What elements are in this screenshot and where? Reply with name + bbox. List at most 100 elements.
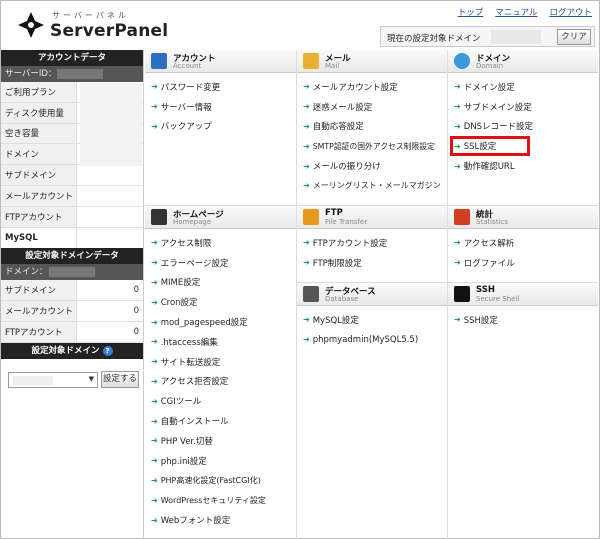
menu-item-ftp-account[interactable]: ➜ FTPアカウント設定 <box>297 233 447 253</box>
domain-data-row: FTPアカウント 0 <box>1 321 143 343</box>
database-icon <box>303 286 319 302</box>
homepage-panel-subtitle: Homepage <box>173 218 212 226</box>
account-row-label: 空き容量 <box>1 123 77 144</box>
menu-item-mail-account[interactable]: ➜ メールアカウント設定 <box>297 77 447 97</box>
domain-panel-subtitle: Domain <box>476 62 504 70</box>
menu-item-mime[interactable]: ➜ MIME設定 <box>145 273 296 293</box>
mail-panel-subtitle: Mail <box>325 62 340 70</box>
menu-item-mysql[interactable]: ➜ MySQL設定 <box>297 310 447 330</box>
menu-item-pagespeed[interactable]: ➜ mod_pagespeed設定 <box>145 312 296 332</box>
ftp-panel-header: FTP File Transfer <box>297 206 447 229</box>
menu-item-dns-record[interactable]: ➜ DNSレコード設定 <box>448 117 598 137</box>
globe-icon <box>454 53 470 69</box>
homepage-icon <box>151 209 167 225</box>
ftp-panel-title: FTP <box>325 208 343 218</box>
serverpanel-logo[interactable]: サーバーパネル ServerPanel <box>14 8 168 44</box>
menu-item-ftp-restriction[interactable]: ➜ FTP制限設定 <box>297 253 447 273</box>
menu-item-subdomain[interactable]: ➜ サブドメイン設定 <box>448 97 598 117</box>
link-manual[interactable]: マニュアル <box>495 6 537 18</box>
homepage-panel: ホームページ Homepage ➜ アクセス制限 ➜ エラーページ設定 ➜ MIME設… <box>145 206 297 539</box>
menu-item-log-file[interactable]: ➜ ログファイル <box>448 253 598 273</box>
menu-item-mail-filter[interactable]: ➜ メールの振り分け <box>297 156 447 176</box>
domain-data-row: サブドメイン 0 <box>1 280 143 302</box>
domain-data-value: 0 <box>133 306 139 317</box>
account-row-label: ご利用プラン <box>1 82 77 102</box>
person-icon <box>151 53 167 69</box>
menu-item-wp-security[interactable]: ➜ WordPressセキュリティ設定 <box>145 490 296 510</box>
menu-item-spam[interactable]: ➜ 迷惑メール設定 <box>297 97 447 117</box>
envelope-icon <box>303 53 319 69</box>
server-id-label: サーバーID： <box>5 69 57 79</box>
database-panel: データベース Database ➜ MySQL設定 ➜ phpmyadmin(MyS… <box>297 283 448 539</box>
help-icon[interactable]: ? <box>102 345 113 356</box>
current-domain-bar: 現在の設定対象ドメイン クリア <box>380 26 595 47</box>
set-domain-button[interactable]: 設定する <box>101 371 139 388</box>
server-id-value <box>57 69 103 79</box>
account-row-label: メールアカウント <box>1 185 77 206</box>
menu-item-mailing-list[interactable]: ➜ メーリングリスト・メールマガジン <box>297 176 447 196</box>
stats-panel-subtitle: Statistics <box>476 218 508 226</box>
bar-chart-icon <box>454 209 470 225</box>
account-row-label: ディスク使用量 <box>1 102 77 123</box>
current-domain-label: 現在の設定対象ドメイン <box>387 34 481 44</box>
domain-select-title: 設定対象ドメイン <box>31 345 100 356</box>
domain-panel-header: ドメイン Domain <box>448 50 598 73</box>
domain-select[interactable]: ▼ <box>8 372 98 388</box>
domain-data-value: 0 <box>133 326 139 337</box>
ssh-panel-header: SSH Secure Shell <box>448 283 598 306</box>
menu-item-smtp-restriction[interactable]: ➜ SMTP認証の国外アクセス制限設定 <box>297 136 447 156</box>
current-domain-value <box>491 30 541 44</box>
account-row: サブドメイン <box>1 165 143 186</box>
menu-item-cron[interactable]: ➜ Cron設定 <box>145 292 296 312</box>
link-logout[interactable]: ログアウト <box>549 6 592 18</box>
menu-item-auto-install[interactable]: ➜ 自動インストール <box>145 411 296 431</box>
menu-item-domain-settings[interactable]: ➜ ドメイン設定 <box>448 77 598 97</box>
menu-item-web-font[interactable]: ➜ Webフォント設定 <box>145 510 296 530</box>
menu-item-check-url[interactable]: ➜ 動作確認URL <box>448 156 598 176</box>
account-row-label: ドメイン <box>1 144 77 165</box>
menu-item-access-deny[interactable]: ➜ アクセス拒否設定 <box>145 372 296 392</box>
menu-item-phpmyadmin[interactable]: ➜ phpmyadmin(MySQL5.5) <box>297 330 447 350</box>
domain-select-value <box>13 376 53 385</box>
homepage-panel-header: ホームページ Homepage <box>145 206 296 229</box>
account-panel-subtitle: Account <box>173 62 202 70</box>
menu-item-htaccess[interactable]: ➜ .htaccess編集 <box>145 332 296 352</box>
menu-item-autoreply[interactable]: ➜ 自動応答設定 <box>297 117 447 137</box>
account-row: メールアカウント <box>1 185 143 207</box>
ssl-highlight-box <box>450 136 530 156</box>
menu-item-ssh[interactable]: ➜ SSH設定 <box>448 310 598 330</box>
logo-text: ServerPanel <box>50 21 169 41</box>
account-panel: アカウント Account ➜ パスワード変更 ➜ サーバー情報 ➜ バックアップ <box>145 50 297 206</box>
domain-panel: ドメイン Domain ➜ ドメイン設定 ➜ サブドメイン設定 ➜ DNSレコード設定… <box>448 50 598 206</box>
mail-panel-header: メール Mail <box>297 50 447 73</box>
logo-mark-icon <box>18 12 44 38</box>
ssh-panel-subtitle: Secure Shell <box>476 295 520 303</box>
domain-value <box>49 267 95 278</box>
menu-item-backup[interactable]: ➜ バックアップ <box>145 117 296 137</box>
clear-button[interactable]: クリア <box>557 29 591 45</box>
menu-item-access-restriction[interactable]: ➜ アクセス制限 <box>145 233 296 253</box>
database-panel-header: データベース Database <box>297 283 447 306</box>
menu-item-site-transfer[interactable]: ➜ サイト転送設定 <box>145 352 296 372</box>
account-row-label: FTPアカウント <box>1 206 77 227</box>
ssh-panel-title: SSH <box>476 285 495 295</box>
mail-panel: メール Mail ➜ メールアカウント設定 ➜ 迷惑メール設定 ➜ 自動応答設定 ➜ S… <box>297 50 448 206</box>
ftp-panel-subtitle: File Transfer <box>325 218 368 226</box>
domain-select-heading: 設定対象ドメイン? <box>1 342 143 359</box>
domain-data-label: メールアカウント <box>1 301 77 321</box>
menu-item-php-version[interactable]: ➜ PHP Ver.切替 <box>145 431 296 451</box>
menu-item-server-info[interactable]: ➜ サーバー情報 <box>145 97 296 117</box>
menu-item-error-page[interactable]: ➜ エラーページ設定 <box>145 253 296 273</box>
account-row: FTPアカウント <box>1 206 143 228</box>
menu-item-password-change[interactable]: ➜ パスワード変更 <box>145 77 296 97</box>
menu-item-php-ini[interactable]: ➜ php.ini設定 <box>145 451 296 471</box>
stats-panel-header: 統計 Statistics <box>448 206 598 229</box>
account-row-label: MySQL <box>1 227 77 249</box>
menu-item-access-analysis[interactable]: ➜ アクセス解析 <box>448 233 598 253</box>
menu-item-php-fastcgi[interactable]: ➜ PHP高速化設定(FastCGI化) <box>145 471 296 491</box>
ftp-panel: FTP File Transfer ➜ FTPアカウント設定 ➜ FTP制限設定 <box>297 206 448 283</box>
menu-item-cgi-tools[interactable]: ➜ CGIツール <box>145 391 296 411</box>
server-id-row: サーバーID： <box>1 66 143 82</box>
link-top[interactable]: トップ <box>458 6 484 18</box>
domain-data-heading: 設定対象ドメインデータ <box>1 248 143 265</box>
